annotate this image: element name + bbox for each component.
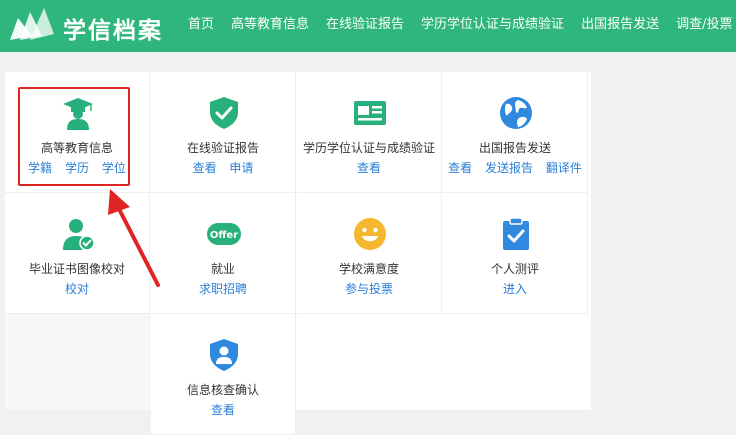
tile-school-satisfaction[interactable]: 学校满意度 参与投票 [297,193,442,314]
offer-icon: Offer [207,223,241,245]
link-academic-record[interactable]: 学历 [65,161,89,175]
nav-item-overseas-report[interactable]: 出国报告发送 [581,16,659,36]
tile-personal-assessment[interactable]: 个人测评 进入 [443,193,588,314]
tile-title: 出国报告发送 [478,141,551,155]
nav-item-degree-certification[interactable]: 学历学位认证与成绩验证 [421,16,564,36]
tile-certificate-proofread[interactable]: 毕业证书图像校对 校对 [5,193,150,314]
service-grid: 高等教育信息 学籍 学历 学位 在线验证报告 查看 申请 学历学位认证与成绩验证… [5,72,591,435]
link-degree[interactable]: 学位 [102,161,126,175]
shield-user-icon [210,339,238,371]
link-vote[interactable]: 参与投票 [345,282,393,296]
nav-item-online-verification[interactable]: 在线验证报告 [326,16,404,36]
tile-title: 在线验证报告 [186,141,259,155]
link-view[interactable]: 查看 [448,161,472,175]
offer-badge-text: Offer [210,230,238,241]
tile-higher-education[interactable]: 高等教育信息 学籍 学历 学位 [5,72,150,193]
link-view[interactable]: 查看 [193,161,217,175]
smiley-icon [354,218,386,250]
link-view[interactable]: 查看 [211,403,235,417]
link-student-status[interactable]: 学籍 [28,161,52,175]
link-send-report[interactable]: 发送报告 [485,161,533,175]
tile-title: 个人测评 [490,262,539,276]
tile-title: 学历学位认证与成绩验证 [302,141,435,155]
tile-info-verification[interactable]: 信息核查确认 查看 [151,314,296,435]
link-translation[interactable]: 翻译件 [546,161,582,175]
nav-item-higher-education[interactable]: 高等教育信息 [231,16,309,36]
tile-employment[interactable]: Offer 就业 求职招聘 [151,193,296,314]
nav-item-home[interactable]: 首页 [188,16,214,36]
tile-online-verification[interactable]: 在线验证报告 查看 申请 [151,72,296,193]
link-proofread[interactable]: 校对 [65,282,89,296]
tile-title: 高等教育信息 [40,141,113,155]
link-enter[interactable]: 进入 [503,282,527,296]
main-nav: 首页 高等教育信息 在线验证报告 学历学位认证与成绩验证 出国报告发送 调查/投… [188,16,732,36]
clipboard-check-icon [503,217,529,250]
tile-title: 就业 [210,262,235,276]
user-check-icon [63,219,95,251]
top-navigation-bar: 学信档案 首页 高等教育信息 在线验证报告 学历学位认证与成绩验证 出国报告发送… [0,0,736,52]
tile-title: 学校满意度 [338,262,399,276]
empty-cell [5,314,151,410]
tile-overseas-report[interactable]: 出国报告发送 查看 发送报告 翻译件 [443,72,588,193]
globe-icon [500,97,532,129]
tile-title: 信息核查确认 [186,383,259,397]
book-logo-icon [10,8,54,40]
link-apply[interactable]: 申请 [229,161,253,175]
id-card-icon [354,101,386,125]
link-job-recruitment[interactable]: 求职招聘 [199,282,247,296]
nav-item-survey-vote[interactable]: 调查/投票 [676,16,732,36]
tile-degree-certification[interactable]: 学历学位认证与成绩验证 查看 [297,72,442,193]
link-view[interactable]: 查看 [357,161,381,175]
graduate-icon [63,98,93,130]
site-brand[interactable]: 学信档案 [63,11,163,45]
tile-title: 毕业证书图像校对 [28,262,125,276]
shield-check-icon [210,97,238,129]
